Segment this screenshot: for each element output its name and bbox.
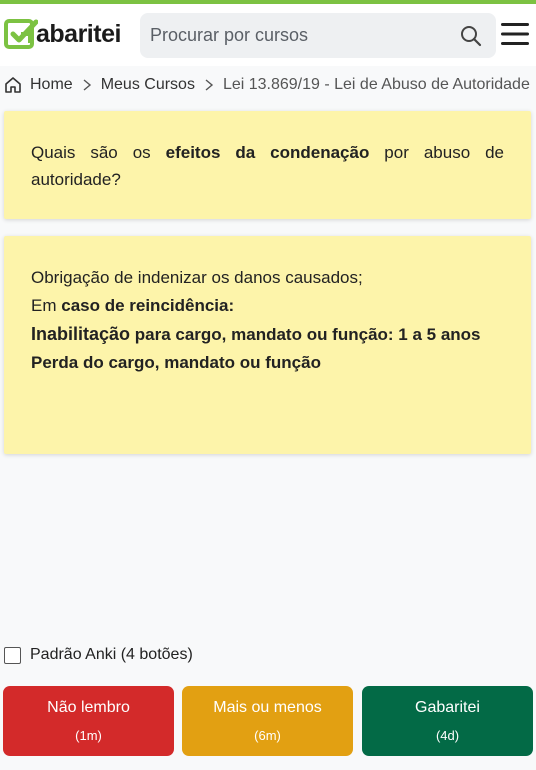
forgot-button-interval: (1m) bbox=[75, 728, 102, 743]
hamburger-menu-icon[interactable] bbox=[500, 22, 530, 46]
forgot-button[interactable]: Não lembro (1m) bbox=[3, 686, 174, 756]
breadcrumb: Home Meus Cursos Lei 13.869/19 - Lei de … bbox=[0, 66, 536, 104]
header: abaritei bbox=[0, 4, 536, 66]
partial-button[interactable]: Mais ou menos (6m) bbox=[182, 686, 353, 756]
correct-button-interval: (4d) bbox=[435, 728, 460, 743]
answer-line-3: Inabilitação para cargo, mandato ou funç… bbox=[31, 320, 504, 349]
answer-line-3-rest: para cargo, mandato ou função: 1 a 5 ano… bbox=[130, 325, 481, 344]
anki-mode-option[interactable]: Padrão Anki (4 botões) bbox=[4, 646, 193, 664]
chevron-right-icon bbox=[205, 79, 214, 91]
chevron-right-icon bbox=[83, 79, 91, 91]
question-text-emphasis: efeitos da condenação bbox=[165, 143, 370, 162]
logo-text: abaritei bbox=[36, 19, 121, 48]
logo-check-icon bbox=[4, 19, 38, 49]
search-icon[interactable] bbox=[460, 25, 482, 47]
answer-line-2-emphasis: caso de reincidência: bbox=[61, 296, 235, 315]
breadcrumb-home[interactable]: Home bbox=[30, 76, 73, 94]
question-text: Quais são os efeitos da condenação por a… bbox=[31, 139, 504, 193]
partial-button-interval: (6m) bbox=[254, 728, 281, 743]
breadcrumb-courses[interactable]: Meus Cursos bbox=[101, 76, 195, 94]
answer-line-1: Obrigação de indenizar os danos causados… bbox=[31, 268, 363, 287]
question-text-start: Quais são os bbox=[31, 143, 166, 162]
home-icon[interactable] bbox=[4, 76, 22, 94]
question-card: Quais são os efeitos da condenação por a… bbox=[4, 111, 531, 219]
search-input[interactable] bbox=[140, 13, 440, 58]
answer-line-2: Em caso de reincidência: bbox=[31, 292, 504, 320]
anki-mode-label: Padrão Anki (4 botões) bbox=[30, 646, 193, 663]
answer-line-4: Perda do cargo, mandato ou função bbox=[31, 353, 321, 372]
breadcrumb-current: Lei 13.869/19 - Lei de Abuso de Autorida… bbox=[222, 76, 530, 93]
correct-button-label: Gabaritei bbox=[415, 699, 480, 716]
partial-button-label: Mais ou menos bbox=[213, 699, 322, 716]
answer-line-2-prefix: Em bbox=[31, 296, 62, 315]
anki-mode-checkbox[interactable] bbox=[4, 646, 21, 664]
correct-button[interactable]: Gabaritei (4d) bbox=[362, 686, 533, 756]
answer-line-3-lead: Inabilitação bbox=[31, 324, 131, 344]
search-bar bbox=[140, 13, 496, 58]
forgot-button-label: Não lembro bbox=[47, 699, 130, 716]
logo[interactable]: abaritei bbox=[4, 14, 121, 54]
answer-card: Obrigação de indenizar os danos causados… bbox=[4, 236, 531, 454]
